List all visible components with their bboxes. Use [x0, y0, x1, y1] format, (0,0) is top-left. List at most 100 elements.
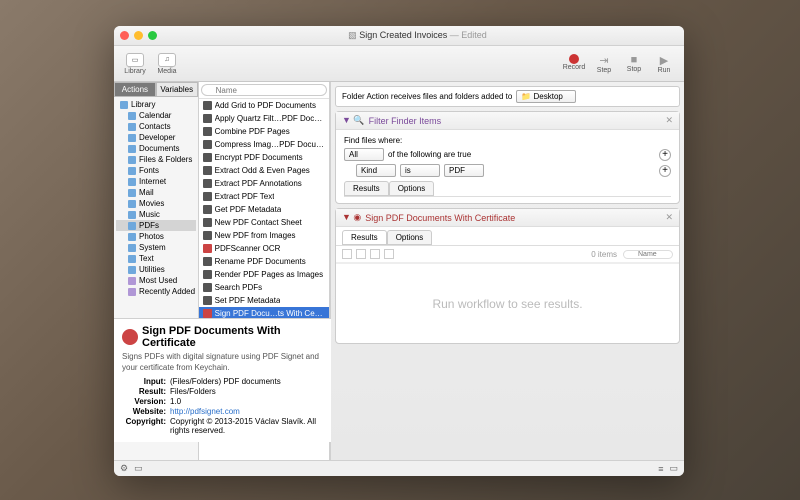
options-tab[interactable]: Options — [389, 181, 435, 196]
tab-variables[interactable]: Variables — [156, 82, 198, 97]
tree-label: Developer — [139, 133, 175, 142]
workflow-canvas[interactable]: Folder Action receives files and folders… — [331, 82, 684, 460]
tree-item[interactable]: Text — [116, 253, 196, 264]
tree-label: Mail — [139, 188, 154, 197]
search-input[interactable] — [201, 84, 327, 96]
tab-actions[interactable]: Actions — [114, 82, 156, 97]
tree-item[interactable]: Files & Folders — [116, 154, 196, 165]
tree-label: PDFs — [139, 221, 159, 230]
tree-item[interactable]: Developer — [116, 132, 196, 143]
tree-item[interactable]: PDFs — [116, 220, 196, 231]
action-item[interactable]: Search PDFs — [199, 281, 329, 294]
tree-item[interactable]: Photos — [116, 231, 196, 242]
close-icon[interactable]: ✕ — [665, 212, 673, 223]
value-select[interactable]: PDF — [444, 164, 484, 177]
action-item[interactable]: New PDF Contact Sheet — [199, 216, 329, 229]
action-label: Add Grid to PDF Documents — [215, 101, 316, 110]
action-item[interactable]: Apply Quartz Filt…PDF Documents — [199, 112, 329, 125]
action-icon — [203, 257, 212, 266]
stack-icon[interactable]: ▭ — [134, 463, 143, 474]
operator-select[interactable]: is — [400, 164, 440, 177]
action-item[interactable]: PDFScanner OCR — [199, 242, 329, 255]
action-item[interactable]: New PDF from Images — [199, 229, 329, 242]
action-item[interactable]: Combine PDF Pages — [199, 125, 329, 138]
people-view-button[interactable] — [384, 249, 394, 259]
close-icon[interactable]: ✕ — [665, 115, 673, 126]
gear-icon[interactable]: ⚙ — [120, 463, 128, 474]
tree-item[interactable]: Documents — [116, 143, 196, 154]
action-item[interactable]: Encrypt PDF Documents — [199, 151, 329, 164]
tree-item[interactable]: Recently Added — [116, 286, 196, 297]
titlebar: ▧ Sign Created Invoices — Edited — [114, 26, 684, 46]
tree-label: Files & Folders — [139, 155, 192, 164]
window-controls — [120, 31, 157, 40]
folder-icon — [128, 233, 136, 241]
tree-item[interactable]: Most Used — [116, 275, 196, 286]
tree-label: Text — [139, 254, 154, 263]
action-item[interactable]: Get PDF Metadata — [199, 203, 329, 216]
media-button[interactable]: ♫Media — [152, 53, 182, 75]
action-icon — [203, 140, 212, 149]
finder-icon: ▼ 🔍 — [342, 115, 365, 126]
stop-button[interactable]: ■Stop — [620, 54, 648, 74]
options-tab[interactable]: Options — [387, 230, 433, 245]
website-link[interactable]: http://pdfsignet.com — [170, 407, 240, 416]
action-label: Compress Imag…PDF Documents — [215, 140, 325, 149]
record-button[interactable]: Record — [560, 54, 588, 74]
footer: ⚙ ▭ ≡ ▭ — [114, 460, 684, 476]
folder-icon — [128, 244, 136, 252]
action-item[interactable]: Compress Imag…PDF Documents — [199, 138, 329, 151]
action-icon — [203, 309, 212, 318]
folder-icon — [128, 200, 136, 208]
results-tab[interactable]: Results — [342, 230, 387, 245]
action-icon — [203, 218, 212, 227]
action-item[interactable]: Rename PDF Documents — [199, 255, 329, 268]
column-view-button[interactable] — [370, 249, 380, 259]
action-item[interactable]: Extract PDF Text — [199, 190, 329, 203]
tree-item[interactable]: Library — [116, 99, 196, 110]
close-button[interactable] — [120, 31, 129, 40]
tree-item[interactable]: Contacts — [116, 121, 196, 132]
items-count: 0 items — [591, 250, 617, 259]
folder-icon — [128, 123, 136, 131]
action-item[interactable]: Set PDF Metadata — [199, 294, 329, 307]
tree-item[interactable]: Fonts — [116, 165, 196, 176]
action-icon — [203, 283, 212, 292]
tree-label: Documents — [139, 144, 179, 153]
action-item[interactable]: Render PDF Pages as Images — [199, 268, 329, 281]
library-button[interactable]: ▭Library — [120, 53, 150, 75]
tree-item[interactable]: Movies — [116, 198, 196, 209]
action-icon — [203, 179, 212, 188]
run-button[interactable]: ▶Run — [650, 54, 678, 74]
tree-item[interactable]: Mail — [116, 187, 196, 198]
folder-icon — [128, 156, 136, 164]
action-item[interactable]: Extract Odd & Even Pages — [199, 164, 329, 177]
results-search[interactable] — [623, 250, 673, 259]
tree-item[interactable]: Music — [116, 209, 196, 220]
action-label: New PDF Contact Sheet — [215, 218, 302, 227]
tree-item[interactable]: Internet — [116, 176, 196, 187]
action-icon — [203, 244, 212, 253]
minimize-button[interactable] — [134, 31, 143, 40]
kind-select[interactable]: Kind — [356, 164, 396, 177]
folder-icon — [128, 211, 136, 219]
action-item[interactable]: Add Grid to PDF Documents — [199, 99, 329, 112]
scope-select[interactable]: All — [344, 148, 384, 161]
automator-window: ▧ Sign Created Invoices — Edited ▭Librar… — [114, 26, 684, 476]
tree-item[interactable]: System — [116, 242, 196, 253]
log-icon[interactable]: ≡ — [658, 464, 663, 474]
tree-item[interactable]: Calendar — [116, 110, 196, 121]
add-rule-button[interactable]: + — [659, 149, 671, 161]
tree-item[interactable]: Utilities — [116, 264, 196, 275]
variables-icon[interactable]: ▭ — [669, 463, 678, 474]
results-tab[interactable]: Results — [344, 181, 389, 196]
action-label: Search PDFs — [215, 283, 263, 292]
folder-select[interactable]: 📁 Desktop — [516, 90, 576, 103]
add-condition-button[interactable]: + — [659, 165, 671, 177]
list-view-button[interactable] — [356, 249, 366, 259]
zoom-button[interactable] — [148, 31, 157, 40]
step-button[interactable]: ⇥Step — [590, 54, 618, 74]
action-item[interactable]: Extract PDF Annotations — [199, 177, 329, 190]
icon-view-button[interactable] — [342, 249, 352, 259]
folder-icon — [128, 222, 136, 230]
